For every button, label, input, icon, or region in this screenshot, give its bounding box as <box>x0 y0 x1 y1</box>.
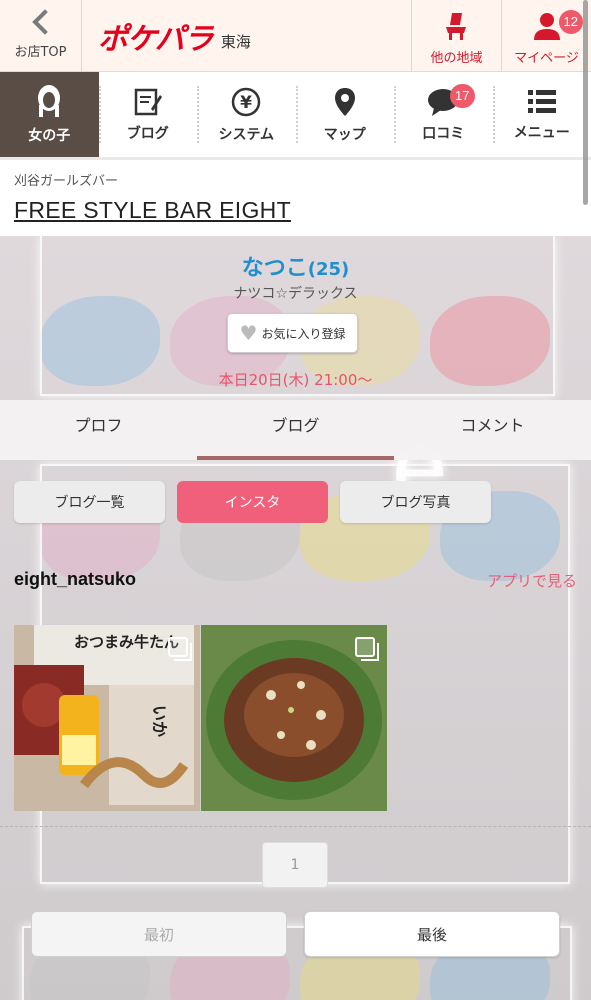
girl-icon <box>38 84 61 117</box>
subtab-blog-list[interactable]: ブログ一覧 <box>14 481 165 523</box>
other-region-label: 他の地域 <box>430 51 483 66</box>
shop-top-label: お店TOP <box>14 44 67 60</box>
heart-icon: ♥ <box>239 321 258 345</box>
nav-label-blog: ブログ <box>126 125 169 142</box>
nav-label-reviews: 口コミ <box>422 125 465 142</box>
multi-image-icon <box>168 637 192 661</box>
blog-icon <box>134 88 162 115</box>
open-in-app-link[interactable]: アプリで見る <box>487 570 577 591</box>
logo-text: ポケパラ <box>98 21 214 57</box>
girl-age: (25) <box>307 259 350 280</box>
favorite-label: お気に入り登録 <box>261 326 346 341</box>
divider <box>0 826 591 827</box>
first-page-button[interactable]: 最初 <box>31 911 287 957</box>
shop-header: 刈谷ガールズバー FREE STYLE BAR EIGHT <box>0 160 591 236</box>
girl-name-heading: なつこ(25) <box>0 250 591 282</box>
girl-catchphrase: ナツコ☆デラックス <box>233 286 358 302</box>
favorite-button[interactable]: ♥ お気に入り登録 <box>227 313 358 353</box>
map-pin-icon <box>334 87 355 116</box>
chevron-left-icon <box>31 8 58 35</box>
user-icon <box>533 13 560 40</box>
nav-label-map: マップ <box>323 126 366 143</box>
top-header: お店TOP ポケパラ 東海 他の地域 マイページ 12 <box>0 0 591 72</box>
yen-icon: ¥ <box>232 87 261 116</box>
tab-comment[interactable]: コメント <box>394 400 591 460</box>
tab-blog[interactable]: ブログ <box>197 400 394 460</box>
shop-name-link[interactable]: FREE STYLE BAR EIGHT <box>14 197 577 224</box>
nav-item-reviews[interactable]: 口コミ 17 <box>394 72 493 157</box>
snack-package-text: おつまみ牛たん <box>74 633 179 651</box>
nav-item-menu[interactable]: メニュー <box>492 72 591 157</box>
shop-category: 刈谷ガールズバー <box>14 174 119 189</box>
instagram-photo[interactable]: おつまみ牛たん いか <box>14 625 200 811</box>
svg-text:¥: ¥ <box>240 93 252 113</box>
mypage-badge: 12 <box>558 10 583 34</box>
profile-tabs: プロフ ブログ コメント <box>0 400 591 460</box>
photo-label-text: いか <box>150 705 169 737</box>
instagram-username: eight_natsuko <box>14 569 137 589</box>
multi-image-icon <box>355 637 379 661</box>
nav-item-blog[interactable]: ブログ <box>98 72 198 157</box>
nav-label-menu: メニュー <box>513 124 570 141</box>
last-page-button[interactable]: 最後 <box>304 911 560 957</box>
scrollbar[interactable] <box>583 0 588 205</box>
site-logo[interactable]: ポケパラ 東海 <box>82 0 411 71</box>
mypage-button[interactable]: マイページ 12 <box>501 0 591 72</box>
girl-name: なつこ <box>241 256 308 281</box>
subtab-blog-photos[interactable]: ブログ写真 <box>340 481 491 523</box>
page-number-current[interactable]: 1 <box>262 842 328 888</box>
nav-label-girls: 女の子 <box>28 127 71 144</box>
mypage-label: マイページ <box>514 51 579 66</box>
nav-label-system: システム <box>218 126 275 143</box>
shop-top-back-button[interactable]: お店TOP <box>0 0 82 72</box>
work-schedule: 本日20日(木) 21:00〜 <box>218 371 373 389</box>
other-region-button[interactable]: 他の地域 <box>411 0 501 72</box>
nav-item-system[interactable]: ¥ システム <box>197 72 296 157</box>
region-label: 東海 <box>220 33 251 51</box>
main-nav: 女の子 ブログ ¥ システム マップ 口コミ 17 メニュー <box>0 72 591 160</box>
subtab-instagram[interactable]: インスタ <box>177 481 328 523</box>
nav-item-girls[interactable]: 女の子 <box>0 72 99 157</box>
menu-list-icon <box>527 89 556 113</box>
seat-icon <box>445 13 466 40</box>
tab-profile[interactable]: プロフ <box>0 400 197 460</box>
nav-item-map[interactable]: マップ <box>295 72 395 157</box>
instagram-photo[interactable] <box>201 625 387 811</box>
reviews-badge: 17 <box>450 84 475 108</box>
